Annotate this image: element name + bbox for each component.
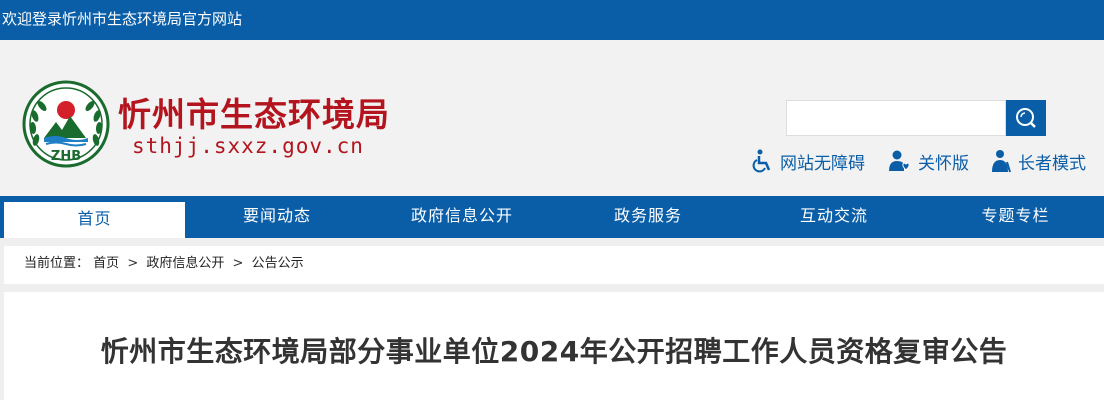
site-title[interactable]: 忻州市生态环境局 bbox=[118, 88, 390, 136]
main-nav: 首页 要闻动态 政府信息公开 政务服务 互动交流 专题专栏 bbox=[0, 196, 1104, 238]
breadcrumb-prefix: 当前位置： bbox=[24, 256, 90, 271]
search-button[interactable] bbox=[1006, 100, 1046, 136]
nav-item-services[interactable]: 政务服务 bbox=[555, 196, 741, 238]
breadcrumb: 当前位置： 首页 > 政府信息公开 > 公告公示 bbox=[4, 246, 1104, 284]
accessibility-label: 网站无障碍 bbox=[780, 153, 865, 174]
nav-item-interaction[interactable]: 互动交流 bbox=[741, 196, 927, 238]
nav-item-home[interactable]: 首页 bbox=[4, 200, 185, 238]
search-input[interactable] bbox=[786, 100, 1006, 136]
accessibility-link[interactable]: 网站无障碍 bbox=[752, 146, 865, 176]
site-logo[interactable]: ZHB bbox=[22, 80, 110, 168]
care-version-link[interactable]: 关怀版 bbox=[888, 146, 969, 176]
logo-text: ZHB bbox=[51, 149, 81, 164]
emblem-icon: ZHB bbox=[22, 80, 110, 168]
site-header: ZHB 忻州市生态环境局 sthjj.sxxz.gov.cn 网站无障碍 关怀版 bbox=[0, 40, 1104, 196]
nav-item-topics[interactable]: 专题专栏 bbox=[927, 196, 1104, 238]
article-container: 忻州市生态环境局部分事业单位2024年公开招聘工作人员资格复审公告 bbox=[4, 292, 1104, 400]
elder-mode-link[interactable]: 长者模式 bbox=[988, 146, 1086, 176]
wheelchair-icon bbox=[752, 149, 771, 173]
search-icon bbox=[1016, 108, 1036, 128]
elder-label: 长者模式 bbox=[1018, 153, 1086, 174]
article-title: 忻州市生态环境局部分事业单位2024年公开招聘工作人员资格复审公告 bbox=[100, 335, 1008, 368]
nav-item-news[interactable]: 要闻动态 bbox=[185, 196, 369, 238]
breadcrumb-gov-info[interactable]: 政府信息公开 bbox=[146, 246, 224, 282]
welcome-text: 欢迎登录忻州市生态环境局官方网站 bbox=[2, 10, 243, 28]
breadcrumb-separator: > bbox=[127, 256, 139, 271]
breadcrumb-home[interactable]: 首页 bbox=[93, 246, 119, 282]
nav-item-gov-info[interactable]: 政府信息公开 bbox=[369, 196, 555, 238]
top-welcome-bar: 欢迎登录忻州市生态环境局官方网站 bbox=[0, 0, 1104, 40]
breadcrumb-separator: > bbox=[232, 256, 244, 271]
breadcrumb-announcements[interactable]: 公告公示 bbox=[252, 246, 304, 282]
care-icon bbox=[889, 150, 910, 171]
care-label: 关怀版 bbox=[918, 153, 969, 174]
site-url: sthjj.sxxz.gov.cn bbox=[132, 134, 364, 158]
elder-icon bbox=[992, 150, 1011, 173]
